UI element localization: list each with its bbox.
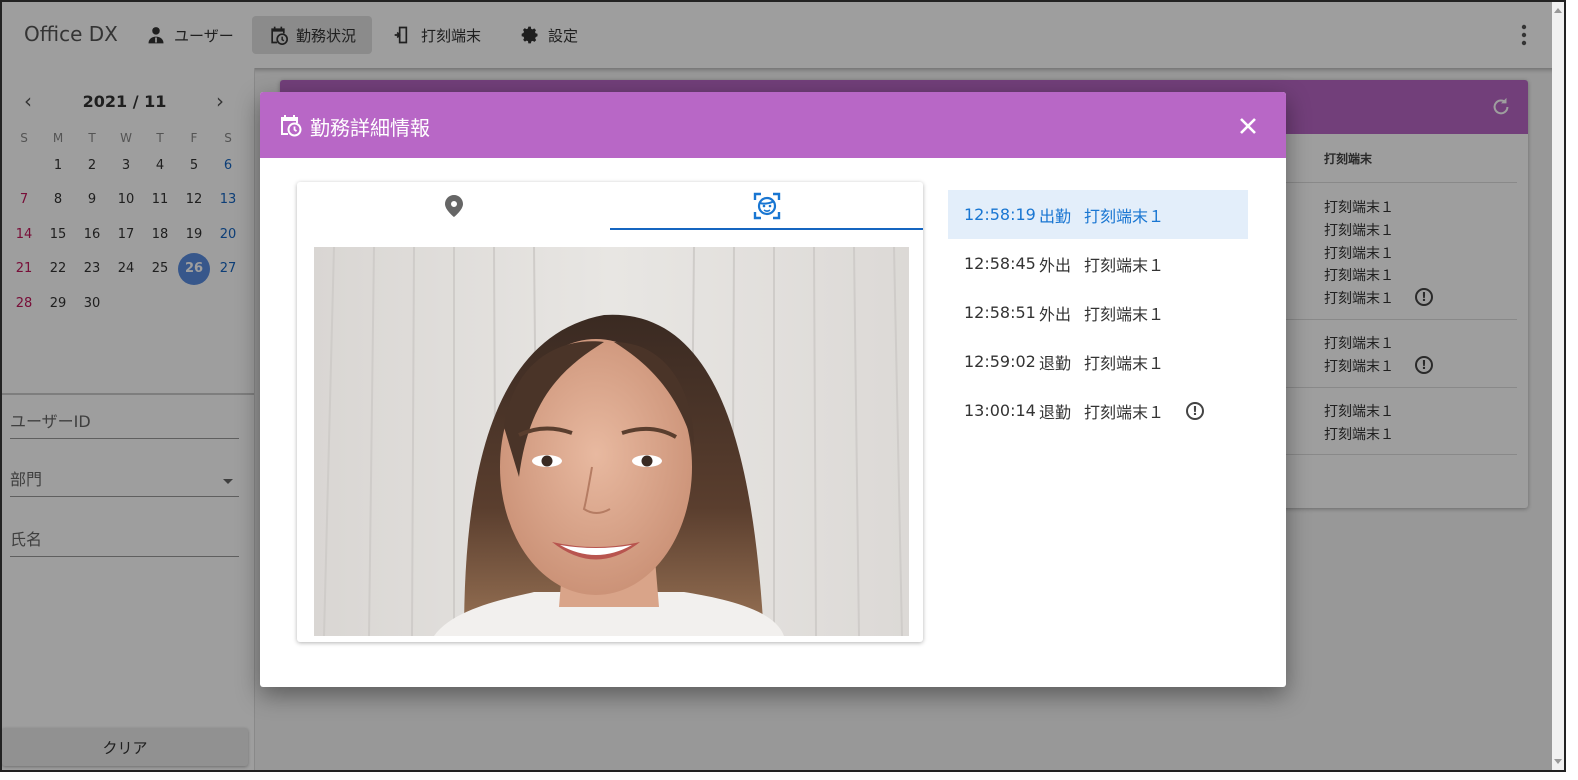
record-device: 打刻端末１ xyxy=(1084,255,1165,275)
record-kind: 外出 xyxy=(1039,255,1072,275)
close-icon[interactable] xyxy=(1236,114,1260,138)
record-kind: 出勤 xyxy=(1039,206,1072,226)
record-time: 12:58:51 xyxy=(964,303,1036,322)
tab-indicator xyxy=(610,228,923,230)
face-photo xyxy=(314,247,909,636)
punch-record-item[interactable]: 12:58:19 出勤 打刻端末１ xyxy=(948,190,1248,239)
location-pin-icon xyxy=(444,195,463,217)
record-kind: 退勤 xyxy=(1039,402,1072,422)
record-time: 12:58:45 xyxy=(964,254,1036,273)
calendar-clock-icon xyxy=(281,115,302,137)
record-device: 打刻端末１ xyxy=(1084,304,1165,324)
record-device: 打刻端末１ xyxy=(1084,353,1165,373)
record-device: 打刻端末１ xyxy=(1084,206,1165,226)
page-scrollbar[interactable] xyxy=(1552,2,1564,770)
dialog-title: 勤務詳細情報 xyxy=(310,116,430,140)
tab-location[interactable] xyxy=(297,182,610,230)
punch-record-item[interactable]: 13:00:14 退勤 打刻端末１! xyxy=(948,386,1248,435)
record-time: 13:00:14 xyxy=(964,401,1036,420)
record-time: 12:59:02 xyxy=(964,352,1036,371)
face-recognition-icon xyxy=(753,192,780,220)
scroll-up-arrow[interactable] xyxy=(1554,8,1562,13)
tab-face[interactable] xyxy=(610,182,923,230)
record-device: 打刻端末１ xyxy=(1084,402,1165,422)
record-time: 12:58:19 xyxy=(964,205,1036,224)
punch-record-item[interactable]: 12:59:02 退勤 打刻端末１ xyxy=(948,337,1248,386)
punch-record-list: 12:58:19 出勤 打刻端末１ 12:58:45 外出 打刻端末１ 12:58:51 外出… xyxy=(948,190,1248,435)
record-kind: 退勤 xyxy=(1039,353,1072,373)
scroll-down-arrow[interactable] xyxy=(1554,759,1562,764)
warning-icon[interactable]: ! xyxy=(1186,401,1205,420)
media-card xyxy=(297,182,923,642)
browser-frame: Office DX ユーザー 勤務状況 打刻端末 設定 ‹ 2021 / 11 … xyxy=(0,0,1566,772)
attendance-detail-dialog: 勤務詳細情報 12:58:19 出勤 打刻端末１ 12:58:45 外出 打刻端… xyxy=(260,92,1286,687)
punch-record-item[interactable]: 12:58:51 外出 打刻端末１ xyxy=(948,288,1248,337)
punch-record-item[interactable]: 12:58:45 外出 打刻端末１ xyxy=(948,239,1248,288)
record-kind: 外出 xyxy=(1039,304,1072,324)
dialog-header: 勤務詳細情報 xyxy=(260,92,1286,158)
